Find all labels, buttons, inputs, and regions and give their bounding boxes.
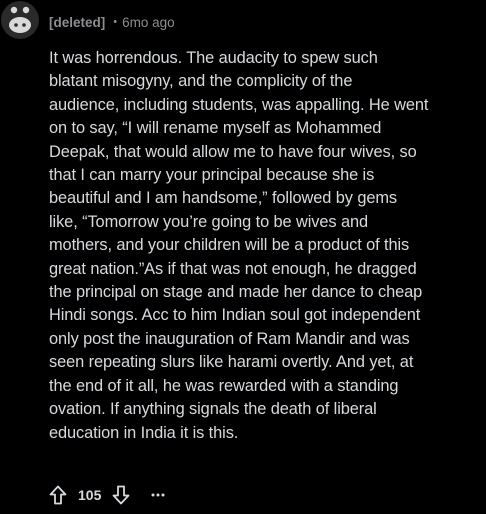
- comment-line: on to say, “I will rename myself as Moha…: [49, 119, 382, 138]
- comment-line: It was horrendous. The audacity to spew …: [49, 49, 378, 67]
- comment-line: the end of it all, he was rewarded with …: [49, 376, 399, 395]
- comment-line: like, “Tomorrow you’re going to be wives…: [49, 212, 369, 231]
- comment-body: It was horrendous. The audacity to spew …: [49, 47, 481, 445]
- comment-line: blatant misogyny, and the complicity of …: [49, 72, 353, 91]
- more-options-button[interactable]: [149, 484, 167, 506]
- comment: [deleted] • 6mo ago It was horrendous. T…: [0, 0, 486, 514]
- comment-line: beautiful and I am handsome,” followed b…: [49, 189, 397, 208]
- comment-age[interactable]: 6mo ago: [122, 15, 175, 30]
- comment-line: audience, including students, was appall…: [49, 95, 429, 114]
- comment-line: ovation. If anything signals the death o…: [49, 400, 377, 419]
- avatar[interactable]: [0, 0, 40, 40]
- comment-line: education in India it is this.: [49, 423, 239, 442]
- upvote-button[interactable]: [48, 484, 68, 506]
- deleted-user-avatar-icon: [1, 1, 39, 39]
- comment-line: only post the inauguration of Ram Mandir…: [49, 329, 410, 348]
- comment-line: Hindi songs. Acc to him Indian soul got …: [49, 306, 421, 325]
- vote-score: 105: [78, 487, 102, 503]
- comment-line: that I can marry your principal because …: [49, 166, 375, 185]
- comment-header: [deleted] • 6mo ago: [49, 12, 175, 32]
- comment-line: Deepak, that would allow me to have four…: [49, 142, 417, 161]
- comment-line: mothers, and your children will be a pro…: [49, 236, 410, 255]
- more-options-icon: [151, 493, 165, 497]
- comment-line: the principal on stage and made her danc…: [49, 283, 423, 302]
- upvote-arrow-icon: [49, 485, 67, 505]
- comment-line: great nation.”As if that was not enough,…: [49, 259, 417, 278]
- downvote-button[interactable]: [111, 484, 131, 506]
- downvote-arrow-icon: [112, 485, 130, 505]
- author-name[interactable]: [deleted]: [49, 15, 105, 30]
- meta-separator: •: [113, 16, 118, 28]
- comment-line: seen repeating slurs like harami overtly…: [49, 353, 414, 372]
- comment-actions: 105: [48, 483, 167, 507]
